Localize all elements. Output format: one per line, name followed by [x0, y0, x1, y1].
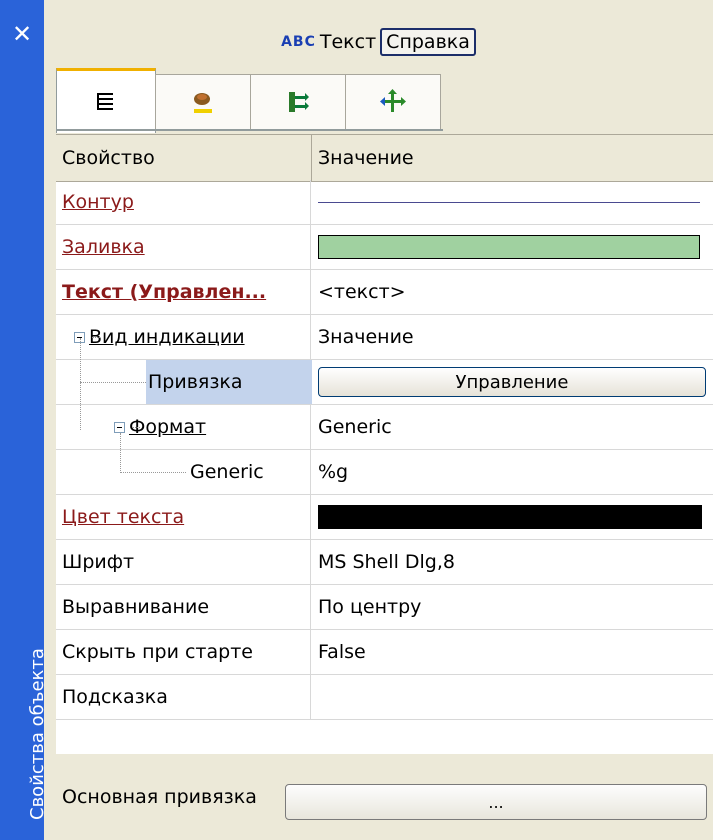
tree-guide — [80, 382, 146, 383]
text-value: <текст> — [318, 281, 406, 303]
hide-value: False — [318, 641, 366, 663]
align-label: Выравнивание — [56, 585, 311, 629]
move-icon — [380, 89, 406, 112]
row-align[interactable]: Выравнивание По центру — [56, 585, 713, 630]
control-button[interactable]: Управление — [318, 367, 706, 397]
hide-label: Скрыть при старте — [56, 630, 311, 674]
tree-guide — [80, 338, 81, 430]
list-icon — [97, 93, 113, 110]
text-color-swatch[interactable] — [318, 505, 702, 529]
row-format[interactable]: Формат Generic — [56, 405, 713, 450]
row-binding[interactable]: Привязка Управление — [56, 360, 713, 405]
generic-value: %g — [318, 461, 349, 483]
row-hide[interactable]: Скрыть при старте False — [56, 630, 713, 675]
contour-label[interactable]: Контур — [62, 191, 134, 213]
side-panel: ✕ Свойства объекта — [0, 0, 48, 840]
font-value: MS Shell Dlg,8 — [318, 551, 455, 573]
property-grid: Свойство Значение Контур Заливка Текст (… — [56, 134, 713, 754]
format-label[interactable]: Формат — [129, 416, 206, 438]
hint-label: Подсказка — [56, 675, 311, 719]
row-indication[interactable]: Вид индикации Значение — [56, 315, 713, 360]
tree-guide — [92, 337, 100, 338]
row-fill[interactable]: Заливка — [56, 225, 713, 270]
tab-properties[interactable] — [56, 68, 156, 133]
row-font[interactable]: Шрифт MS Shell Dlg,8 — [56, 540, 713, 585]
text-color-label[interactable]: Цвет текста — [62, 506, 184, 528]
row-text-color[interactable]: Цвет текста — [56, 495, 713, 540]
col-value[interactable]: Значение — [312, 135, 713, 181]
main-binding-button[interactable]: ... — [285, 784, 707, 820]
main-binding-label: Основная привязка — [62, 786, 257, 808]
contour-sample — [318, 201, 700, 203]
indication-value: Значение — [318, 326, 414, 348]
col-property[interactable]: Свойство — [56, 135, 312, 181]
footer: Основная привязка ... — [56, 756, 713, 840]
grid-header: Свойство Значение — [56, 134, 713, 182]
fill-swatch[interactable] — [318, 235, 700, 259]
binding-label: Привязка — [148, 371, 243, 393]
tab-strip — [56, 68, 456, 133]
close-icon[interactable]: ✕ — [0, 14, 44, 54]
help-button[interactable]: Справка — [380, 28, 476, 56]
format-value: Generic — [318, 416, 392, 438]
tab-divider — [56, 129, 443, 131]
font-label: Шрифт — [56, 540, 311, 584]
text-label[interactable]: Текст (Управлен... — [62, 281, 266, 303]
object-header: ABC Текст Справка — [44, 22, 713, 62]
paint-icon — [194, 93, 212, 113]
row-text[interactable]: Текст (Управлен... <текст> — [56, 270, 713, 315]
fill-label[interactable]: Заливка — [62, 236, 145, 258]
tab-move[interactable] — [345, 74, 441, 129]
align-value: По центру — [318, 596, 422, 618]
tree-guide — [120, 472, 186, 473]
row-hint[interactable]: Подсказка — [56, 675, 713, 720]
tree-guide — [120, 433, 121, 473]
collapse-icon[interactable] — [114, 421, 125, 433]
object-title: Текст — [319, 31, 377, 53]
tree-guide — [132, 427, 140, 428]
row-contour[interactable]: Контур — [56, 180, 713, 225]
abc-icon: ABC — [281, 34, 316, 50]
generic-label: Generic — [190, 461, 264, 483]
tab-links[interactable] — [250, 74, 346, 129]
tab-appearance[interactable] — [155, 74, 251, 129]
link-icon — [289, 92, 309, 112]
hint-value[interactable] — [312, 675, 713, 719]
indication-label[interactable]: Вид индикации — [89, 326, 245, 348]
